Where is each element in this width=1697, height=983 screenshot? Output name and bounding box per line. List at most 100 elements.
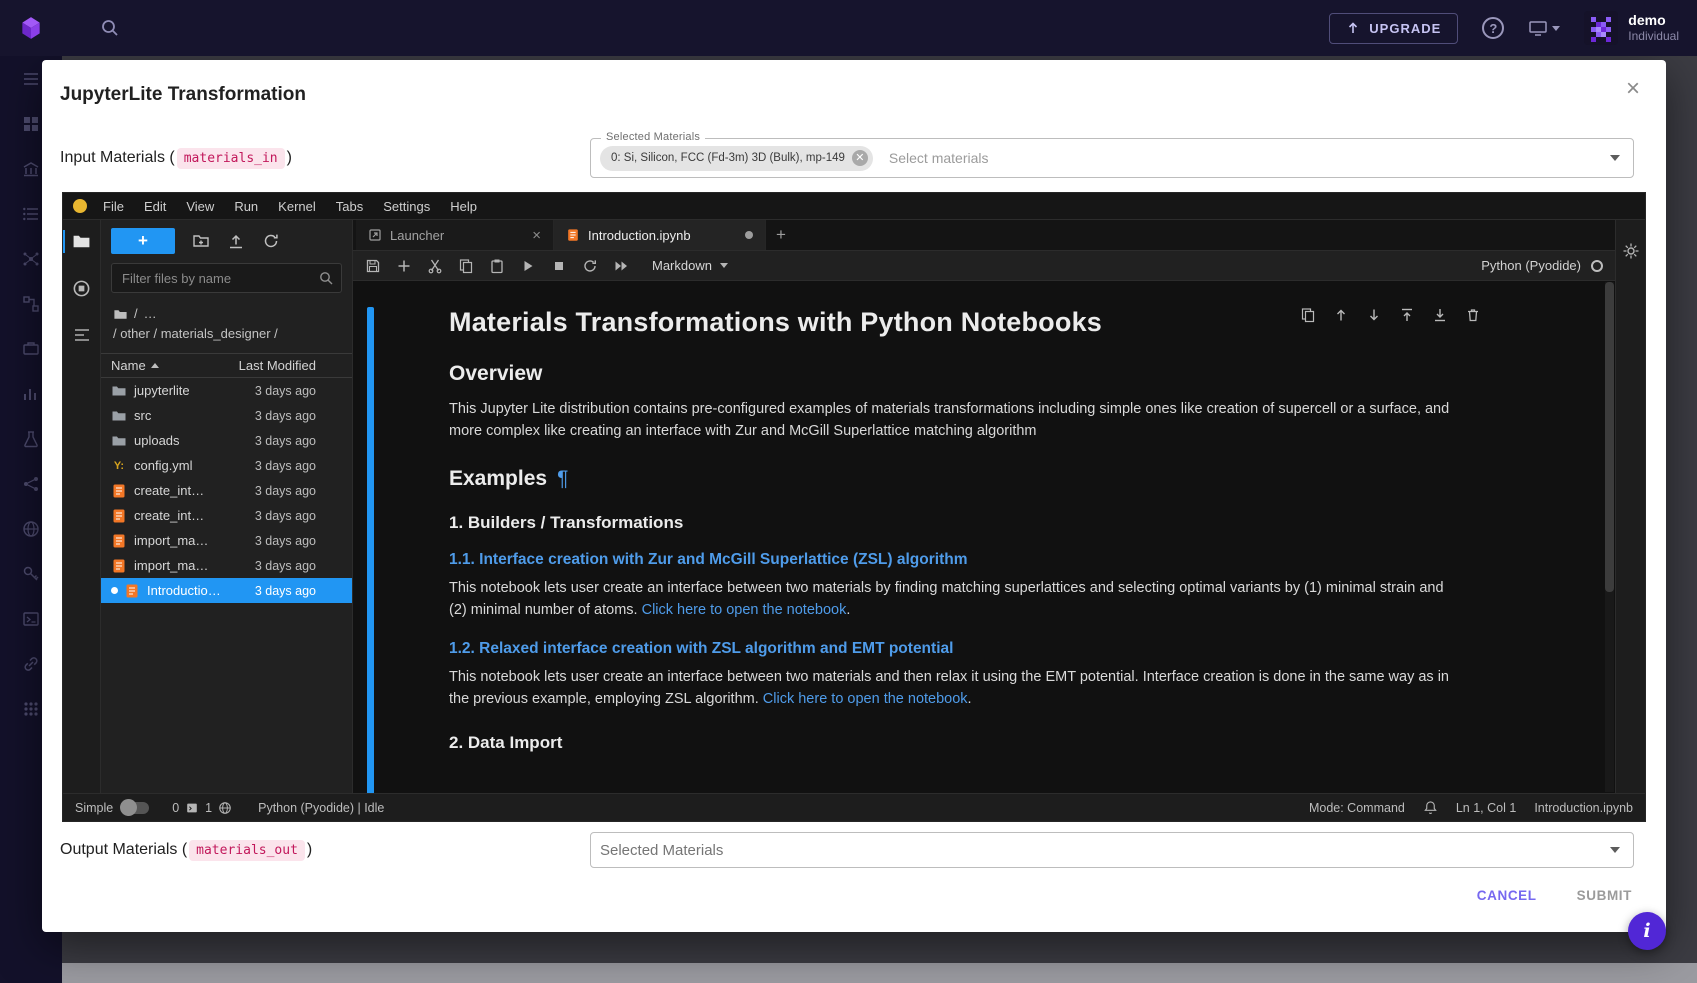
sidebar-jobs-icon[interactable] [22, 340, 40, 358]
help-icon[interactable] [1482, 17, 1504, 39]
item-1-2-heading[interactable]: 1.2. Relaxed interface creation with ZSL… [449, 640, 1487, 658]
input-materials-select[interactable]: Selected Materials 0: Si, Silicon, FCC (… [590, 138, 1634, 178]
open-notebook-link[interactable]: Click here to open the notebook [642, 602, 847, 618]
sidebar-share-icon[interactable] [22, 475, 40, 493]
run-icon[interactable] [520, 258, 536, 274]
file-row[interactable]: import_ma… 3 days ago [101, 528, 352, 553]
file-browser-icon[interactable] [63, 232, 100, 251]
command-mode-label[interactable]: Mode: Command [1309, 801, 1405, 815]
menu-edit[interactable]: Edit [134, 199, 176, 214]
menu-file[interactable]: File [93, 199, 134, 214]
cell-type-select[interactable]: Markdown [652, 258, 728, 273]
item-1-1-heading[interactable]: 1.1. Interface creation with Zur and McG… [449, 551, 1487, 569]
column-last-modified[interactable]: Last Modified [238, 358, 342, 373]
file-row[interactable]: uploads 3 days ago [101, 428, 352, 453]
restart-kernel-icon[interactable] [582, 258, 598, 274]
notebook-scrollbar-thumb[interactable] [1605, 282, 1614, 592]
insert-cell-above-icon[interactable] [1399, 307, 1415, 323]
cut-icon[interactable] [427, 258, 443, 274]
menu-view[interactable]: View [176, 199, 224, 214]
mat3ra-logo[interactable] [18, 15, 44, 41]
open-notebook-link[interactable]: Click here to open the notebook [763, 691, 968, 707]
home-folder-icon[interactable] [113, 307, 128, 322]
running-kernels-icon[interactable] [63, 279, 100, 298]
material-chip[interactable]: 0: Si, Silicon, FCC (Fd-3m) 3D (Bulk), m… [600, 146, 873, 171]
property-inspector-gear-icon[interactable] [1622, 242, 1640, 793]
new-tab-button[interactable]: + [766, 220, 796, 250]
search-icon[interactable] [100, 18, 120, 38]
table-of-contents-icon[interactable] [63, 326, 100, 344]
sidebar-apps-icon[interactable] [22, 700, 40, 718]
output-materials-select[interactable]: Selected Materials [590, 832, 1634, 868]
kernel-status-text[interactable]: Python (Pyodide) | Idle [258, 801, 384, 815]
sidebar-dashboard-icon[interactable] [22, 115, 40, 133]
anchor-link[interactable]: ¶ [557, 467, 568, 490]
file-row[interactable]: create_int… 3 days ago [101, 478, 352, 503]
sidebar-flask-icon[interactable] [22, 430, 40, 448]
delete-cell-icon[interactable] [1465, 307, 1481, 323]
sidebar-key-icon[interactable] [22, 565, 40, 583]
display-menu[interactable] [1528, 18, 1560, 38]
insert-cell-below-icon[interactable] [1432, 307, 1448, 323]
notifications-icon[interactable] [1423, 800, 1438, 815]
new-folder-icon[interactable] [192, 232, 210, 250]
menu-help[interactable]: Help [440, 199, 487, 214]
user-menu[interactable]: demo Individual [1584, 11, 1679, 45]
file-row[interactable]: config.yml 3 days ago [101, 453, 352, 478]
refresh-icon[interactable] [262, 232, 280, 250]
kernel-indicator[interactable]: Python (Pyodide) [1481, 258, 1603, 273]
breadcrumb-ellipsis[interactable]: … [144, 304, 157, 324]
upload-icon[interactable] [227, 232, 245, 250]
copy-icon[interactable] [458, 258, 474, 274]
sidebar-charts-icon[interactable] [22, 385, 40, 403]
breadcrumb-root[interactable]: / [134, 304, 138, 324]
cursor-position[interactable]: Ln 1, Col 1 [1456, 801, 1516, 815]
move-cell-up-icon[interactable] [1333, 307, 1349, 323]
menu-tabs[interactable]: Tabs [326, 199, 373, 214]
menu-icon[interactable] [22, 70, 40, 88]
tab-launcher[interactable]: Launcher × [356, 220, 554, 250]
info-button[interactable] [1628, 912, 1666, 950]
filter-files-field[interactable] [111, 263, 342, 293]
simple-mode-toggle[interactable] [122, 802, 149, 814]
unsaved-changes-dot[interactable] [745, 231, 753, 239]
chip-remove-icon[interactable] [852, 150, 868, 166]
upgrade-button[interactable]: UPGRADE [1329, 13, 1458, 44]
active-file-name[interactable]: Introduction.ipynb [1534, 801, 1633, 815]
new-launcher-button[interactable]: + [111, 228, 175, 254]
restart-run-all-icon[interactable] [613, 258, 629, 274]
column-name[interactable]: Name [111, 358, 146, 373]
markdown-cell[interactable]: Materials Transformations with Python No… [367, 307, 1487, 793]
file-row-selected[interactable]: Introductio… 3 days ago [101, 578, 352, 603]
sidebar-materials-icon[interactable] [22, 250, 40, 268]
breadcrumb-path[interactable]: / other / materials_designer / [113, 324, 278, 344]
file-row[interactable]: import_ma… 3 days ago [101, 553, 352, 578]
dialog-actions: CANCEL SUBMIT [1477, 888, 1632, 903]
save-icon[interactable] [365, 258, 381, 274]
submit-button[interactable]: SUBMIT [1577, 888, 1632, 903]
paste-icon[interactable] [489, 258, 505, 274]
file-row[interactable]: jupyterlite 3 days ago [101, 378, 352, 403]
running-sessions[interactable]: 0 1 [172, 801, 232, 815]
sidebar-list-icon[interactable] [22, 205, 40, 223]
file-row[interactable]: src 3 days ago [101, 403, 352, 428]
menu-run[interactable]: Run [224, 199, 268, 214]
tab-introduction-notebook[interactable]: Introduction.ipynb [554, 220, 766, 250]
file-row[interactable]: create_int… 3 days ago [101, 503, 352, 528]
sidebar-globe-icon[interactable] [22, 520, 40, 538]
close-icon[interactable]: × [1620, 76, 1646, 102]
menu-settings[interactable]: Settings [373, 199, 440, 214]
insert-cell-icon[interactable] [396, 258, 412, 274]
cancel-button[interactable]: CANCEL [1477, 888, 1537, 903]
duplicate-cell-icon[interactable] [1300, 307, 1316, 323]
filter-files-input[interactable] [111, 263, 342, 293]
sidebar-bank-icon[interactable] [22, 160, 40, 178]
close-tab-icon[interactable]: × [532, 227, 541, 244]
sidebar-terminal-icon[interactable] [22, 610, 40, 628]
sidebar-workflows-icon[interactable] [22, 295, 40, 313]
cell-collapser[interactable] [367, 307, 374, 793]
sidebar-link-icon[interactable] [22, 655, 40, 673]
move-cell-down-icon[interactable] [1366, 307, 1382, 323]
menu-kernel[interactable]: Kernel [268, 199, 326, 214]
stop-icon[interactable] [551, 258, 567, 274]
